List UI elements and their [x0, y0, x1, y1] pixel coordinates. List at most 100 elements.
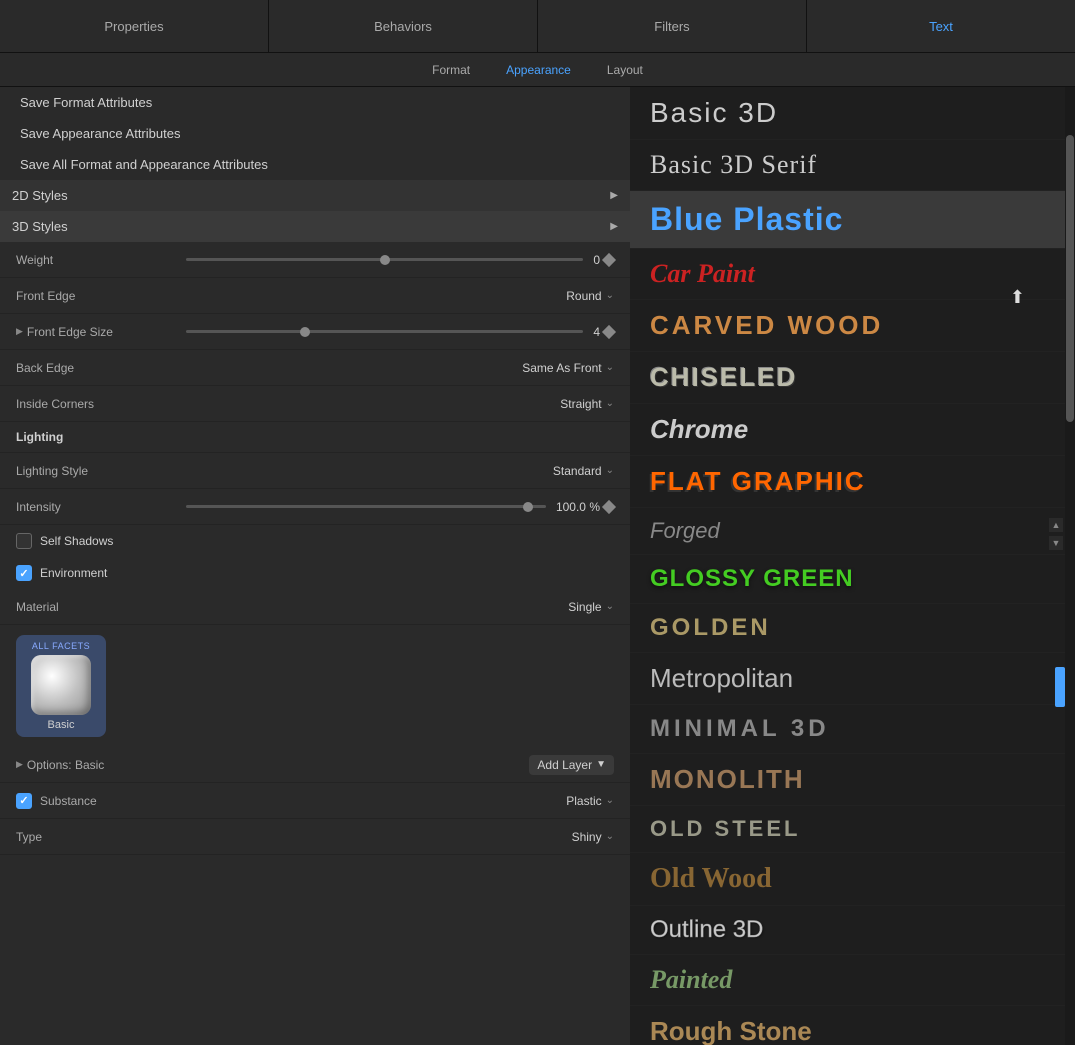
main-content: Save Format Attributes Save Appearance A…	[0, 87, 1075, 1045]
save-format-attrs[interactable]: Save Format Attributes	[0, 87, 630, 118]
style-list-item[interactable]: GLOSSY GREEN	[630, 555, 1075, 604]
front-edge-value[interactable]: Round ⌄	[566, 289, 614, 303]
weight-row: Weight 0	[0, 242, 630, 278]
style-list-item[interactable]: MINIMAL 3D	[630, 705, 1075, 754]
style-list-item[interactable]: Outline 3D	[630, 906, 1075, 955]
lighting-style-stepper[interactable]: ⌄	[606, 465, 614, 476]
back-edge-stepper[interactable]: ⌄	[606, 362, 614, 373]
type-value[interactable]: Shiny ⌄	[572, 830, 614, 844]
style-list-item[interactable]: MONOLITH	[630, 754, 1075, 806]
type-row: Type Shiny ⌄	[0, 819, 630, 855]
add-layer-button[interactable]: Add Layer ▼	[529, 755, 614, 775]
tab-text[interactable]: Text	[807, 0, 1075, 52]
scrollbar-track[interactable]	[1065, 87, 1075, 1045]
style-list-item[interactable]: Basic 3D Serif	[630, 140, 1075, 191]
nav-up-arrow[interactable]: ▲	[1049, 518, 1063, 532]
style-list-item[interactable]: Forged	[630, 508, 1075, 555]
section-2d-styles[interactable]: 2D Styles ▶	[0, 180, 630, 211]
top-tab-bar: Properties Behaviors Filters Text	[0, 0, 1075, 53]
style-name: Metropolitan	[650, 663, 793, 694]
facet-preview	[31, 655, 91, 715]
inside-corners-value[interactable]: Straight ⌄	[560, 397, 614, 411]
substance-stepper[interactable]: ⌄	[606, 795, 614, 806]
substance-checkbox[interactable]: ✓	[16, 793, 32, 809]
style-list-item[interactable]: CHISELED	[630, 352, 1075, 404]
environment-checkbox[interactable]: ✓	[16, 565, 32, 581]
material-row: Material Single ⌄	[0, 589, 630, 625]
material-stepper[interactable]: ⌄	[606, 601, 614, 612]
front-edge-size-expand[interactable]: ▶	[16, 326, 23, 337]
self-shadows-checkbox[interactable]	[16, 533, 32, 549]
style-name: Basic 3D	[650, 97, 778, 129]
inside-corners-stepper[interactable]: ⌄	[606, 398, 614, 409]
back-edge-value[interactable]: Same As Front ⌄	[522, 361, 614, 375]
front-edge-row: Front Edge Round ⌄	[0, 278, 630, 314]
style-list-item[interactable]: Car Paint	[630, 249, 1075, 300]
style-list-item[interactable]: CARVED WOOD	[630, 300, 1075, 352]
style-name: GLOSSY GREEN	[650, 565, 854, 593]
style-list-item[interactable]: Old Wood	[630, 853, 1075, 906]
self-shadows-row: Self Shadows	[0, 525, 630, 557]
style-list-item[interactable]: GOLDEN	[630, 604, 1075, 653]
front-edge-size-value: 4	[593, 325, 614, 339]
lighting-section-header: Lighting	[0, 422, 630, 453]
front-edge-size-row: ▶ Front Edge Size 4	[0, 314, 630, 350]
save-appearance-attrs[interactable]: Save Appearance Attributes	[0, 118, 630, 149]
style-list-item[interactable]: Blue Plastic	[630, 191, 1075, 249]
weight-slider[interactable]	[186, 258, 583, 261]
substance-value[interactable]: Plastic ⌄	[566, 794, 614, 808]
type-stepper[interactable]: ⌄	[606, 831, 614, 842]
style-name: MINIMAL 3D	[650, 715, 830, 743]
intensity-value: 100.0 %	[556, 500, 614, 514]
front-edge-size-slider[interactable]	[186, 330, 583, 333]
save-all-attrs[interactable]: Save All Format and Appearance Attribute…	[0, 149, 630, 180]
scrollbar-thumb[interactable]	[1066, 135, 1074, 422]
front-edge-stepper[interactable]: ⌄	[606, 290, 614, 301]
substance-row: ✓ Substance Plastic ⌄	[0, 783, 630, 819]
style-list-item[interactable]: Chrome	[630, 404, 1075, 456]
facet-item-basic[interactable]: ALL FACETS Basic	[16, 635, 106, 737]
left-panel: Save Format Attributes Save Appearance A…	[0, 87, 630, 1045]
subtab-appearance[interactable]: Appearance	[498, 59, 579, 81]
style-name: Chrome	[650, 414, 748, 445]
tab-behaviors[interactable]: Behaviors	[269, 0, 538, 52]
section-3d-styles[interactable]: 3D Styles ▶	[0, 211, 630, 242]
subtab-format[interactable]: Format	[424, 59, 478, 81]
style-list-item[interactable]: Rough Stone	[630, 1006, 1075, 1045]
tab-filters[interactable]: Filters	[538, 0, 807, 52]
weight-value: 0	[593, 253, 614, 267]
tab-properties[interactable]: Properties	[0, 0, 269, 52]
back-edge-row: Back Edge Same As Front ⌄	[0, 350, 630, 386]
intensity-slider[interactable]	[186, 505, 546, 508]
lighting-style-row: Lighting Style Standard ⌄	[0, 453, 630, 489]
options-row: ▶ Options: Basic Add Layer ▼	[0, 747, 630, 783]
nav-down-arrow[interactable]: ▼	[1049, 536, 1063, 550]
style-list-item[interactable]: Basic 3D	[630, 87, 1075, 140]
style-list-item[interactable]: Painted	[630, 955, 1075, 1006]
style-name: Old Wood	[650, 863, 772, 895]
style-name: MONOLITH	[650, 764, 805, 795]
style-name: Car Paint	[650, 259, 755, 289]
front-edge-size-diamond[interactable]	[602, 324, 616, 338]
blue-nav-indicator	[1055, 667, 1065, 707]
add-layer-chevron: ▼	[596, 759, 606, 770]
lighting-style-value[interactable]: Standard ⌄	[553, 464, 614, 478]
styles-list: Basic 3D Basic 3D Serif Blue Plastic Car Pa…	[630, 87, 1075, 1045]
style-list-item[interactable]: FLAT GRAPHIC	[630, 456, 1075, 508]
options-expand-icon[interactable]: ▶	[16, 759, 23, 770]
intensity-diamond[interactable]	[602, 499, 616, 513]
style-list-item[interactable]: Metropolitan	[630, 653, 1075, 705]
material-value[interactable]: Single ⌄	[568, 600, 614, 614]
arrow-3d-icon: ▶	[610, 221, 618, 232]
subtab-layout[interactable]: Layout	[599, 59, 651, 81]
style-name: CARVED WOOD	[650, 310, 883, 341]
environment-row: ✓ Environment	[0, 557, 630, 589]
intensity-row: Intensity 100.0 %	[0, 489, 630, 525]
side-nav: ▲ ▼	[1049, 518, 1063, 550]
style-name: Outline 3D	[650, 916, 763, 944]
style-name: Blue Plastic	[650, 201, 843, 238]
style-list-item[interactable]: OLD STEEL	[630, 806, 1075, 853]
weight-diamond[interactable]	[602, 252, 616, 266]
style-name: Forged	[650, 518, 720, 544]
style-name: Rough Stone	[650, 1016, 812, 1045]
